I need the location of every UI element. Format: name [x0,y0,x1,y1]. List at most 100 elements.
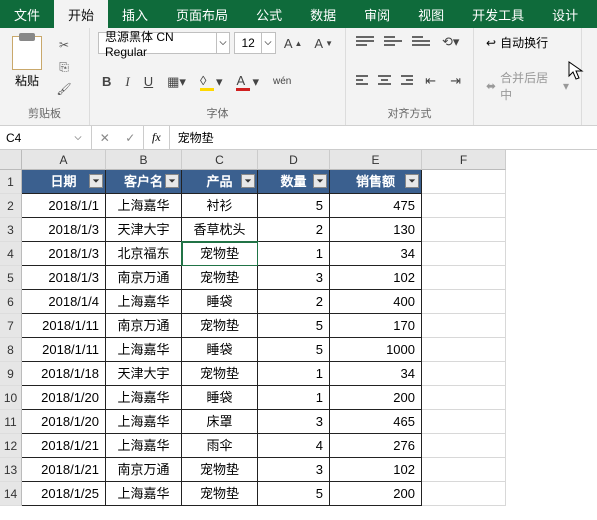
cell[interactable] [422,338,506,362]
merge-button[interactable]: ⬌ 合并后居中▾ [482,67,573,105]
filter-icon[interactable] [313,174,327,188]
cell[interactable]: 2018/1/3 [22,266,106,290]
cell[interactable]: 1 [258,362,330,386]
row-head-8[interactable]: 8 [0,338,22,362]
align-middle-icon[interactable] [382,32,404,50]
table-header[interactable]: 客户名 [106,170,182,194]
cell[interactable]: 宠物垫 [182,482,258,506]
align-bottom-icon[interactable] [410,32,432,50]
cell[interactable] [422,266,506,290]
cell[interactable]: 200 [330,482,422,506]
cell[interactable]: 1 [258,386,330,410]
chevron-down-icon[interactable] [71,128,85,148]
cell[interactable]: 2018/1/11 [22,338,106,362]
cell[interactable] [422,410,506,434]
tab-页面布局[interactable]: 页面布局 [162,0,242,28]
format-painter-icon[interactable]: 🖌 [54,80,74,98]
fx-icon[interactable]: fx [144,126,170,149]
cell[interactable]: 上海嘉华 [106,434,182,458]
row-head-11[interactable]: 11 [0,410,22,434]
cell[interactable]: 南京万通 [106,266,182,290]
cell[interactable]: 5 [258,338,330,362]
filter-icon[interactable] [405,174,419,188]
cell[interactable]: 3 [258,458,330,482]
cell[interactable]: 宠物垫 [182,458,258,482]
row-head-9[interactable]: 9 [0,362,22,386]
cell[interactable]: 宠物垫 [182,242,258,266]
wrap-text-button[interactable]: ↩ 自动换行 [482,32,573,53]
cell[interactable]: 南京万通 [106,458,182,482]
cell[interactable]: 200 [330,386,422,410]
cell[interactable]: 5 [258,314,330,338]
decrease-font-icon[interactable]: A▼ [310,34,337,53]
spreadsheet-grid[interactable]: ABCDEF 1234567891011121314 日期客户名产品数量销售额2… [0,150,597,520]
cancel-icon[interactable]: ✕ [100,131,110,145]
cell[interactable]: 睡袋 [182,290,258,314]
formula-value[interactable]: 宠物垫 [170,126,597,149]
paste-button[interactable]: 粘贴 [8,32,46,89]
name-box[interactable]: C4 [0,126,92,149]
cell[interactable]: 床罩 [182,410,258,434]
cell[interactable]: 2018/1/21 [22,458,106,482]
cell[interactable]: 102 [330,458,422,482]
cell[interactable] [422,458,506,482]
col-head-A[interactable]: A [22,150,106,170]
cell[interactable]: 2018/1/4 [22,290,106,314]
font-size-select[interactable]: 12 [234,32,275,54]
tab-文件[interactable]: 文件 [0,0,54,28]
cell[interactable]: 2018/1/3 [22,218,106,242]
cell[interactable]: 天津大宇 [106,362,182,386]
cell[interactable]: 4 [258,434,330,458]
increase-indent-icon[interactable]: ⇥ [446,71,465,91]
cell[interactable]: 宠物垫 [182,266,258,290]
cell[interactable]: 衬衫 [182,194,258,218]
cell[interactable]: 南京万通 [106,314,182,338]
table-header[interactable]: 数量 [258,170,330,194]
cell[interactable]: 香草枕头 [182,218,258,242]
cell[interactable]: 2018/1/25 [22,482,106,506]
col-head-C[interactable]: C [182,150,258,170]
phonetic-button[interactable]: wén [269,74,295,89]
cell[interactable]: 475 [330,194,422,218]
select-all-corner[interactable] [0,150,22,170]
row-head-6[interactable]: 6 [0,290,22,314]
cell[interactable]: 3 [258,266,330,290]
cell[interactable]: 宠物垫 [182,314,258,338]
cell[interactable]: 睡袋 [182,386,258,410]
cell[interactable]: 2018/1/20 [22,386,106,410]
cell[interactable]: 170 [330,314,422,338]
orientation-button[interactable]: ⟲▾ [438,32,463,52]
align-top-icon[interactable] [354,32,376,50]
chevron-down-icon[interactable] [216,33,229,53]
tab-开发工具[interactable]: 开发工具 [458,0,538,28]
copy-icon[interactable]: ⎘ [54,58,74,76]
col-head-E[interactable]: E [330,150,422,170]
tab-视图[interactable]: 视图 [404,0,458,28]
cell[interactable]: 天津大宇 [106,218,182,242]
border-button[interactable]: ▦▾ [163,72,190,92]
cell[interactable]: 5 [258,194,330,218]
italic-button[interactable]: I [121,72,133,92]
cell[interactable] [422,314,506,338]
bold-button[interactable]: B [98,72,115,91]
cell[interactable]: 上海嘉华 [106,410,182,434]
cell[interactable] [422,194,506,218]
accept-icon[interactable]: ✓ [125,131,135,145]
row-head-12[interactable]: 12 [0,434,22,458]
cell[interactable]: 上海嘉华 [106,386,182,410]
underline-button[interactable]: U [140,72,157,91]
cell[interactable]: 上海嘉华 [106,194,182,218]
cell[interactable] [422,242,506,266]
cell[interactable]: 上海嘉华 [106,290,182,314]
cell[interactable]: 130 [330,218,422,242]
row-head-1[interactable]: 1 [0,170,22,194]
cell[interactable]: 雨伞 [182,434,258,458]
cell[interactable] [422,290,506,314]
row-head-10[interactable]: 10 [0,386,22,410]
cell[interactable]: 400 [330,290,422,314]
col-head-F[interactable]: F [422,150,506,170]
row-head-5[interactable]: 5 [0,266,22,290]
cell[interactable] [422,482,506,506]
cell[interactable]: 上海嘉华 [106,482,182,506]
cell[interactable]: 2 [258,218,330,242]
